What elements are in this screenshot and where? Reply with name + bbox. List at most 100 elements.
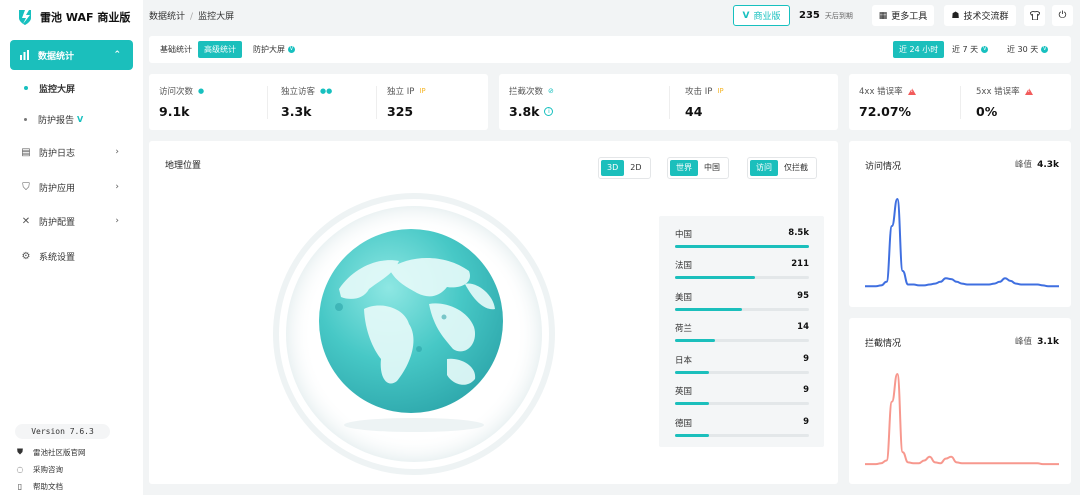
power-icon: ⏻ [1058, 10, 1067, 21]
progress-fill [675, 308, 742, 311]
view-2d-option[interactable]: 2D [624, 160, 647, 176]
progress-fill [675, 276, 756, 279]
country-count: 9 [803, 354, 809, 364]
sidebar-item-label: 数据统计 [38, 51, 75, 62]
progress-track [675, 371, 809, 374]
sidebar-sub-monitor[interactable]: 监控大屏 [24, 79, 75, 97]
stat-label: 独立访客 [281, 87, 316, 97]
sidebar-item-stats[interactable]: 数据统计 ⌃ [10, 40, 133, 70]
list-item[interactable]: 日本 9 [675, 354, 809, 374]
list-item[interactable]: 德国 9 [675, 417, 809, 437]
chevron-up-icon: ⌃ [113, 50, 121, 60]
list-item[interactable]: 荷兰 14 [675, 322, 809, 342]
more-tools-label: 更多工具 [891, 12, 928, 22]
sidebar-sub-report[interactable]: 防护报告 V [24, 110, 83, 128]
region-china-option[interactable]: 中国 [698, 160, 726, 176]
country-count: 95 [797, 291, 809, 301]
divider [267, 86, 268, 119]
community-label: 技术交流群 [963, 12, 1009, 22]
progress-fill [675, 339, 716, 342]
info-icon[interactable]: i [544, 107, 554, 116]
stat-value: 44 [685, 104, 703, 119]
progress-track [675, 339, 809, 342]
progress-track [675, 308, 809, 311]
list-item[interactable]: 法国 211 [675, 259, 809, 279]
gear-icon: ⚙ [21, 250, 31, 262]
tab-basic[interactable]: 基础统计 [154, 41, 198, 58]
shirt-icon [1029, 11, 1040, 20]
visits-sparkline [865, 197, 1059, 288]
country-count: 9 [803, 385, 809, 395]
breadcrumb-item[interactable]: 数据统计 [149, 12, 185, 22]
app-logo[interactable]: 雷池 WAF 商业版 [18, 8, 130, 26]
tab-30d[interactable]: 近 30 天V [1001, 41, 1054, 58]
license-expiry: 235 天后到期 [799, 10, 853, 21]
sidebar-item-label: 防护日志 [39, 148, 76, 159]
stat-4xx-rate: 4xx 错误率 72.07% [859, 85, 916, 119]
sidebar-item-logs[interactable]: ▤ 防护日志 › [20, 142, 133, 162]
tab-24h[interactable]: 近 24 小时 [893, 41, 945, 58]
peak-value: 4.3k [1037, 160, 1059, 170]
series-line [865, 372, 1059, 466]
stat-unique-visitors: 独立访客 ●● 3.3k [281, 85, 332, 119]
logout-button[interactable]: ⏻ [1052, 5, 1073, 26]
stat-value: 3.8k [509, 104, 540, 119]
stat-label: 独立 IP [387, 87, 415, 97]
stat-5xx-rate: 5xx 错误率 0% [976, 85, 1033, 119]
footer-link-purchase[interactable]: ◌ 采购咨询 [15, 462, 64, 476]
view-3d-option[interactable]: 3D [601, 160, 625, 176]
dot-icon [24, 117, 27, 121]
tab-defense-screen[interactable]: 防护大屏 V [247, 41, 301, 58]
pro-icon: V [288, 46, 295, 53]
breadcrumb-current: 监控大屏 [198, 12, 235, 22]
shirt-button[interactable] [1024, 5, 1045, 26]
country-name: 法国 [675, 261, 693, 271]
tab-7d[interactable]: 近 7 天V [946, 41, 994, 58]
more-tools-button[interactable]: ▦ 更多工具 [872, 5, 934, 26]
sidebar-item-config[interactable]: ✕ 防护配置 › [20, 211, 133, 231]
country-name: 英国 [675, 387, 693, 397]
country-name: 荷兰 [675, 324, 693, 334]
doc-icon: ▯ [17, 481, 23, 491]
filter-blocked-option[interactable]: 仅拦截 [778, 160, 814, 176]
tab-advanced[interactable]: 高级统计 [198, 41, 242, 58]
blocked-chart-card: 拦截情况 峰值 3.1k [849, 318, 1071, 484]
breadcrumb: 数据统计 / 监控大屏 [149, 9, 234, 22]
shield-small-icon: ⛊ [17, 447, 23, 456]
divider [669, 86, 670, 119]
list-item[interactable]: 美国 95 [675, 291, 809, 311]
log-icon: ▤ [21, 146, 31, 158]
footer-link-label: 采购咨询 [33, 464, 63, 474]
globe[interactable] [269, 189, 559, 479]
progress-fill [675, 434, 709, 437]
sidebar-item-apps[interactable]: ⛉ 防护应用 › [20, 177, 133, 197]
country-count: 14 [797, 322, 809, 332]
region-world-option[interactable]: 世界 [670, 160, 698, 176]
progress-track [675, 402, 809, 405]
ip-icon: IP [419, 87, 426, 95]
filter-visits-option[interactable]: 访问 [750, 160, 778, 176]
stat-label: 拦截次数 [509, 87, 544, 97]
footer-link-community[interactable]: ⛊ 雷池社区版官网 [15, 445, 86, 459]
days-unit: 天后到期 [824, 12, 853, 20]
version-badge: Version 7.6.3 [15, 424, 110, 439]
edition-button[interactable]: V 商业版 [733, 5, 790, 26]
country-count: 8.5k [788, 228, 809, 238]
peak-value: 3.1k [1037, 337, 1059, 347]
sidebar-item-settings[interactable]: ⚙ 系统设置 [20, 246, 133, 266]
stat-value: 9.1k [159, 104, 190, 119]
country-name: 德国 [675, 419, 693, 429]
view-toggle: 3D 2D [598, 157, 651, 179]
warning-icon [1024, 87, 1033, 95]
progress-fill [675, 371, 709, 374]
footer-link-docs[interactable]: ▯ 帮助文档 [15, 479, 63, 493]
users-icon: ●● [320, 87, 333, 95]
list-item[interactable]: 英国 9 [675, 385, 809, 405]
region-toggle: 世界 中国 [667, 157, 729, 179]
tab-label: 近 30 天 [1007, 45, 1039, 54]
error-rate-card: 4xx 错误率 72.07% 5xx 错误率 0% [849, 74, 1071, 130]
sidebar-item-label: 系统设置 [39, 252, 76, 263]
community-button[interactable]: ☗ 技术交流群 [944, 5, 1016, 26]
attack-stats-card: 拦截次数 ⊘ 3.8k i 攻击 IP IP 44 [499, 74, 838, 130]
list-item[interactable]: 中国 8.5k [675, 228, 809, 248]
